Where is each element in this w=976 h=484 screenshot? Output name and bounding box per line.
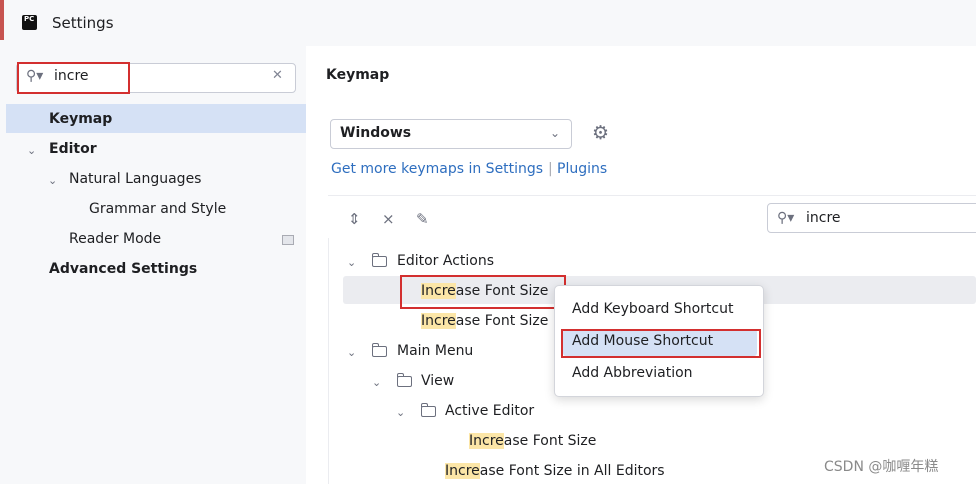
annotation-box-menu [561,329,761,358]
pycharm-icon: PC [20,13,39,32]
folder-icon [371,253,387,267]
chevron-down-icon[interactable]: ⌄ [396,406,405,419]
folder-icon [371,343,387,357]
edit-shortcut-icon[interactable]: ✎ [416,210,429,228]
gear-icon[interactable]: ⚙ [592,122,609,144]
tree-node-active-editor[interactable]: Active Editor [445,403,534,419]
action-search-value[interactable]: incre [806,210,841,226]
link-separator: | [548,161,553,177]
collapse-all-icon[interactable]: ⨯ [382,210,395,228]
sidebar-item-label[interactable]: Keymap [49,111,112,127]
sidebar-item-editor[interactable]: Editor [49,141,97,157]
close-icon[interactable]: ✕ [272,68,283,83]
menu-item-add-keyboard-shortcut[interactable]: Add Keyboard Shortcut [572,301,733,317]
chevron-down-icon[interactable]: ⌄ [550,126,560,140]
watermark: CSDN @咖喱年糕 [824,459,939,475]
get-more-keymaps-link[interactable]: Get more keymaps in Settings [331,161,543,177]
folder-icon [420,403,436,417]
match-highlight: Incre [421,313,456,329]
action-search-input[interactable] [767,203,976,233]
sidebar-item-grammar-and-style[interactable]: Grammar and Style [89,201,226,217]
title-bar [0,0,976,46]
chevron-down-icon[interactable]: ⌄ [48,174,57,187]
chevron-down-icon[interactable]: ⌄ [27,144,36,157]
expand-all-icon[interactable]: ⇕ [348,210,361,228]
menu-item-add-abbreviation[interactable]: Add Abbreviation [572,365,693,381]
chevron-down-icon[interactable]: ⌄ [347,346,356,359]
tree-node-editor-actions[interactable]: Editor Actions [397,253,494,269]
sidebar-item-natural-languages[interactable]: Natural Languages [69,171,201,187]
plugins-link[interactable]: Plugins [557,161,607,177]
tree-row-increase-font-size-2[interactable]: Increase Font Size [421,313,548,329]
sidebar-item-advanced-settings[interactable]: Advanced Settings [49,261,197,277]
tree-row-increase-font-size-all[interactable]: Increase Font Size in All Editors [445,463,665,479]
action-label: ase Font Size in All Editors [479,463,665,479]
tree-row-increase-font-size-3[interactable]: Increase Font Size [469,433,596,449]
tree-node-view[interactable]: View [421,373,454,389]
window-edge [0,0,4,40]
annotation-box-action [400,275,566,309]
match-highlight: Incre [469,433,504,449]
search-icon[interactable]: ⚲▾ [777,210,794,226]
divider [328,195,976,196]
chevron-down-icon[interactable]: ⌄ [347,256,356,269]
match-highlight: Incre [445,463,480,479]
annotation-box-search [17,62,130,94]
keymap-select-value[interactable]: Windows [340,125,411,141]
action-label: ase Font Size [503,433,597,449]
window-title: Settings [52,14,114,32]
project-scope-icon [282,235,294,245]
sidebar-item-reader-mode[interactable]: Reader Mode [69,231,161,247]
tree-node-main-menu[interactable]: Main Menu [397,343,473,359]
chevron-down-icon[interactable]: ⌄ [372,376,381,389]
page-title: Keymap [326,67,390,83]
action-label: ase Font Size [455,313,549,329]
folder-icon [396,373,412,387]
